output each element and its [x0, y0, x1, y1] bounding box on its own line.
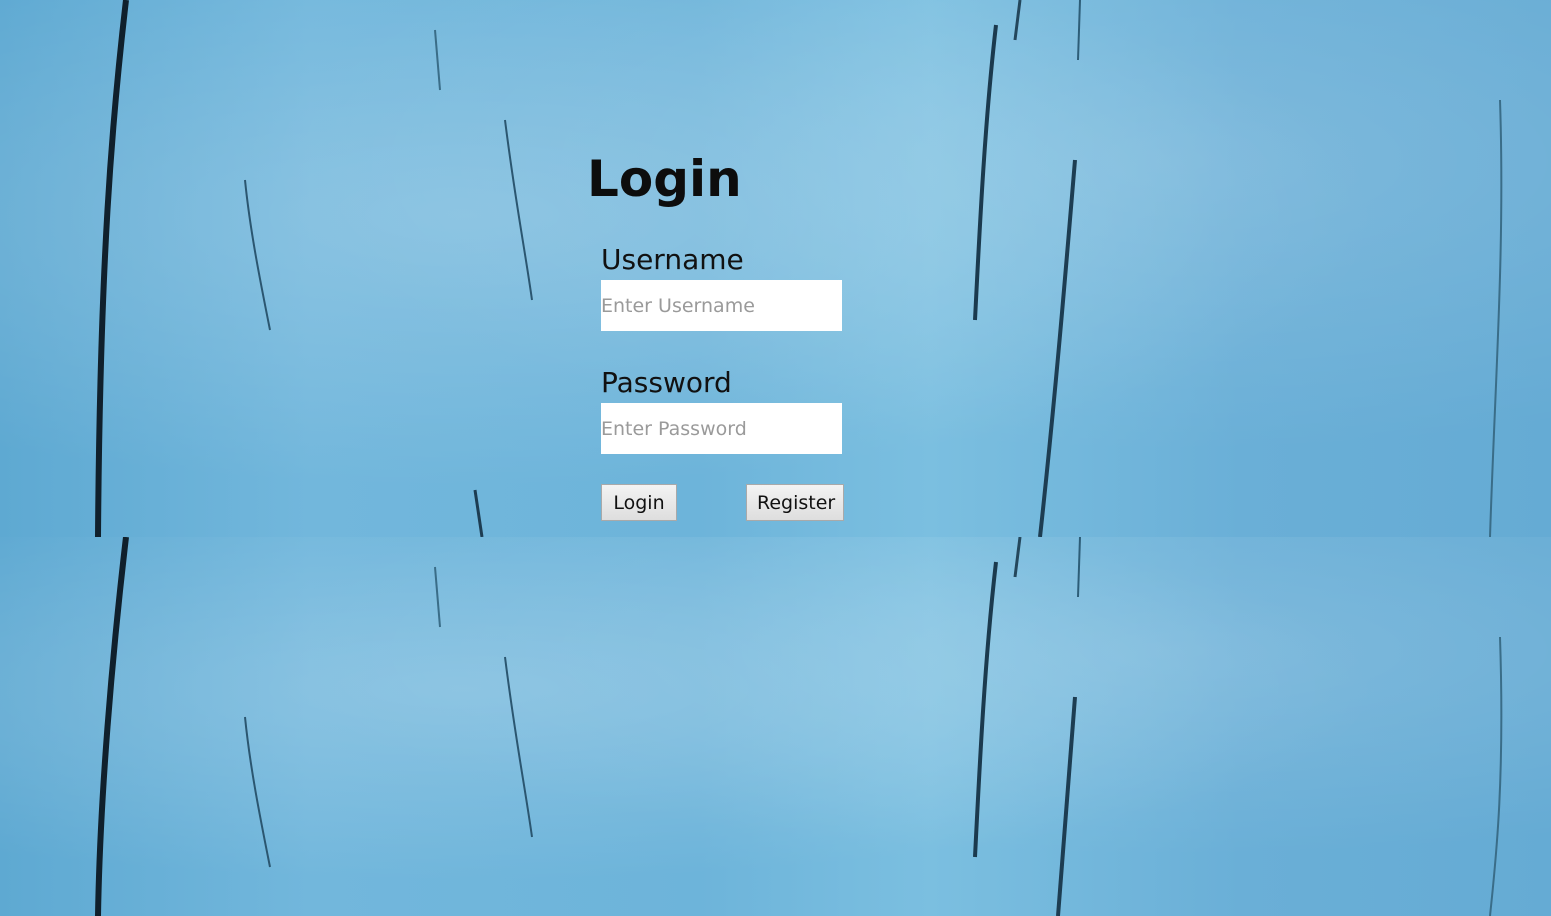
password-label: Password: [601, 366, 732, 399]
background-texture-top: [0, 0, 1551, 537]
background-cracks-bottom: [95, 537, 1503, 916]
password-input[interactable]: [601, 403, 842, 454]
background-texture-bottom: [0, 537, 1551, 916]
background-cracks-top: [95, 0, 1503, 537]
register-button[interactable]: Register: [746, 484, 844, 521]
page-title: Login: [587, 150, 742, 208]
username-input[interactable]: [601, 280, 842, 331]
username-label: Username: [601, 243, 744, 276]
login-button[interactable]: Login: [601, 484, 677, 521]
